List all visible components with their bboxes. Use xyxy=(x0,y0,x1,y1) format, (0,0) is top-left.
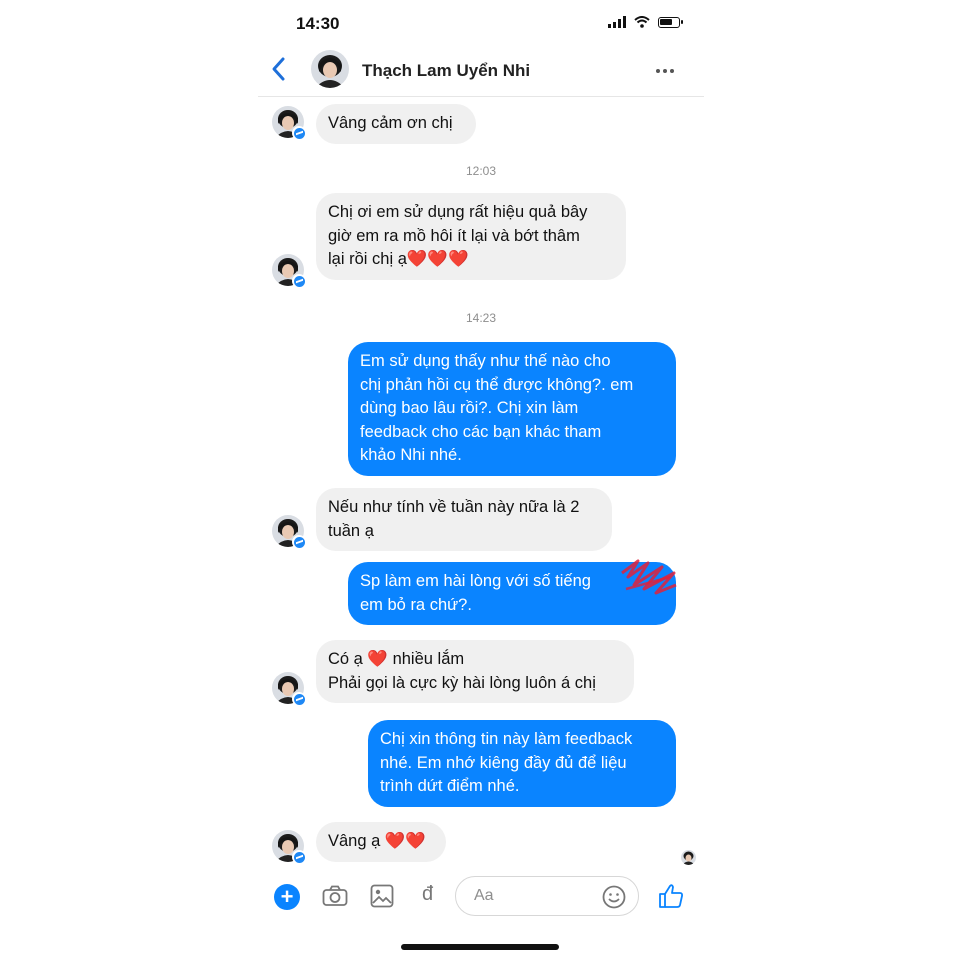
camera-icon[interactable] xyxy=(322,885,348,907)
messenger-badge-icon xyxy=(292,274,306,288)
sender-avatar[interactable] xyxy=(272,254,306,288)
messenger-badge-icon xyxy=(292,535,306,549)
timestamp: 12:03 xyxy=(465,164,497,178)
message-bubble-incoming[interactable]: Vâng cảm ơn chị xyxy=(316,104,476,144)
emoji-icon[interactable] xyxy=(602,885,626,909)
status-time: 14:30 xyxy=(296,14,340,33)
message-bubble-incoming[interactable]: Vâng ạ ❤️❤️ xyxy=(316,822,446,862)
signal-icon xyxy=(608,16,626,28)
message-composer: + đ Aa xyxy=(258,876,704,916)
messenger-badge-icon xyxy=(292,126,306,140)
home-indicator xyxy=(401,944,559,950)
timestamp: 14:23 xyxy=(465,311,497,325)
redaction-scribble xyxy=(621,559,677,595)
seen-indicator-avatar xyxy=(681,850,696,865)
conversation-header: Thạch Lam Uyển Nhi xyxy=(258,44,704,97)
messenger-screen: 14:30 Thạch Lam Uyển Nhi Vâng cảm ơn chị… xyxy=(258,0,704,960)
message-bubble-outgoing[interactable]: Chị xin thông tin này làm feedback nhé. … xyxy=(368,720,676,807)
payment-icon[interactable]: đ xyxy=(422,883,433,906)
like-icon[interactable] xyxy=(658,883,684,909)
message-input-placeholder: Aa xyxy=(474,887,494,904)
contact-avatar[interactable] xyxy=(311,50,349,88)
message-bubble-incoming[interactable]: Nếu như tính về tuần này nữa là 2 tuần ạ xyxy=(316,488,612,551)
wifi-icon xyxy=(634,16,650,28)
sender-avatar[interactable] xyxy=(272,830,306,864)
back-icon[interactable] xyxy=(270,56,288,82)
battery-icon xyxy=(658,16,683,28)
plus-icon[interactable]: + xyxy=(274,884,300,910)
gallery-icon[interactable] xyxy=(370,884,394,908)
message-bubble-incoming[interactable]: Có ạ ❤️ nhiều lắm Phải gọi là cực kỳ hài… xyxy=(316,640,634,703)
message-bubble-incoming[interactable]: Chị ơi em sử dụng rất hiệu quả bây giờ e… xyxy=(316,193,626,280)
sender-avatar[interactable] xyxy=(272,672,306,706)
messenger-badge-icon xyxy=(292,692,306,706)
sender-avatar[interactable] xyxy=(272,515,306,549)
more-icon[interactable] xyxy=(656,69,674,73)
status-icons xyxy=(608,16,683,28)
sender-avatar[interactable] xyxy=(272,106,306,140)
message-bubble-outgoing[interactable]: Em sử dụng thấy như thế nào cho chị phản… xyxy=(348,342,676,476)
contact-name[interactable]: Thạch Lam Uyển Nhi xyxy=(362,61,530,81)
message-input[interactable]: Aa xyxy=(455,876,639,916)
messenger-badge-icon xyxy=(292,850,306,864)
